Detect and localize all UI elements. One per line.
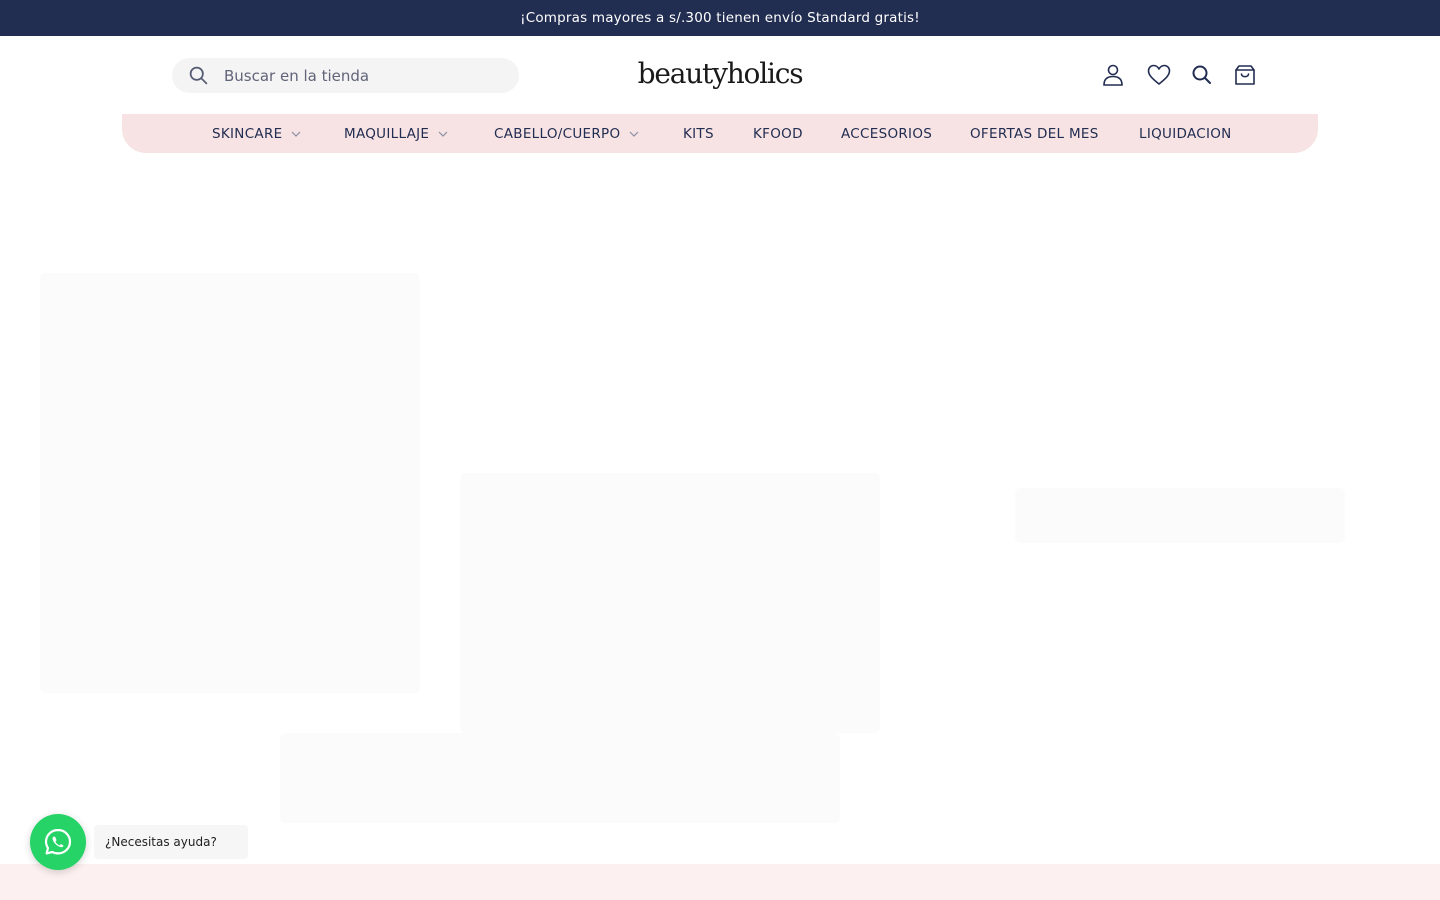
nav-item-label: ACCESORIOS	[841, 125, 933, 142]
hero-placeholder-shape	[460, 473, 880, 733]
search-bar[interactable]	[172, 58, 519, 93]
chevron-down-icon	[438, 131, 448, 137]
announcement-bar: ¡Compras mayores a s/.300 tienen envío S…	[0, 0, 1440, 36]
nav-item-label: CABELLO/CUERPO	[494, 125, 621, 142]
search-input[interactable]	[224, 58, 504, 93]
nav-item-label: KFOOD	[753, 125, 803, 142]
whatsapp-icon	[44, 828, 72, 855]
hero-banner[interactable]	[0, 153, 1440, 864]
nav-item-label: KITS	[683, 125, 714, 142]
nav-item-kfood[interactable]: KFOOD	[753, 114, 803, 153]
chevron-down-icon	[629, 131, 639, 137]
nav-item-ofertas-del-mes[interactable]: OFERTAS DEL MES	[970, 114, 1099, 153]
nav-item-label: OFERTAS DEL MES	[970, 125, 1099, 142]
nav-item-accesorios[interactable]: ACCESORIOS	[841, 114, 932, 153]
chevron-down-icon	[292, 131, 301, 137]
whatsapp-help-label[interactable]: ¿Necesitas ayuda?	[94, 825, 248, 859]
nav-item-label: SKINCARE	[212, 125, 283, 142]
nav-item-liquidacion[interactable]: LIQUIDACION	[1139, 114, 1232, 153]
nav-item-kits[interactable]: KITS	[683, 114, 714, 153]
site-logo[interactable]: beautyholics	[600, 52, 840, 96]
nav-item-label: LIQUIDACION	[1139, 125, 1232, 142]
announcement-text: ¡Compras mayores a s/.300 tienen envío S…	[520, 10, 920, 26]
hero-placeholder-shape	[40, 273, 420, 693]
nav-item-label: MAQUILLAJE	[344, 125, 430, 142]
hero-placeholder-shape	[1015, 488, 1345, 543]
whatsapp-help-text: ¿Necesitas ayuda?	[105, 835, 217, 849]
hero-placeholder-shape	[280, 733, 840, 823]
account-icon[interactable]	[1100, 62, 1126, 88]
search-icon[interactable]	[1189, 62, 1215, 88]
site-header: beautyholics	[0, 36, 1440, 114]
search-icon	[189, 66, 208, 85]
wishlist-heart-icon[interactable]	[1146, 62, 1172, 88]
whatsapp-button[interactable]	[30, 814, 86, 870]
footer-strip	[0, 864, 1440, 900]
nav-item-cabello-cuerpo[interactable]: CABELLO/CUERPO	[494, 114, 640, 153]
nav-item-skincare[interactable]: SKINCARE	[212, 114, 302, 153]
cart-icon[interactable]	[1232, 62, 1258, 88]
main-nav: SKINCARE MAQUILLAJE CABELLO/CUERPO KITS …	[122, 114, 1318, 153]
nav-item-maquillaje[interactable]: MAQUILLAJE	[344, 114, 449, 153]
